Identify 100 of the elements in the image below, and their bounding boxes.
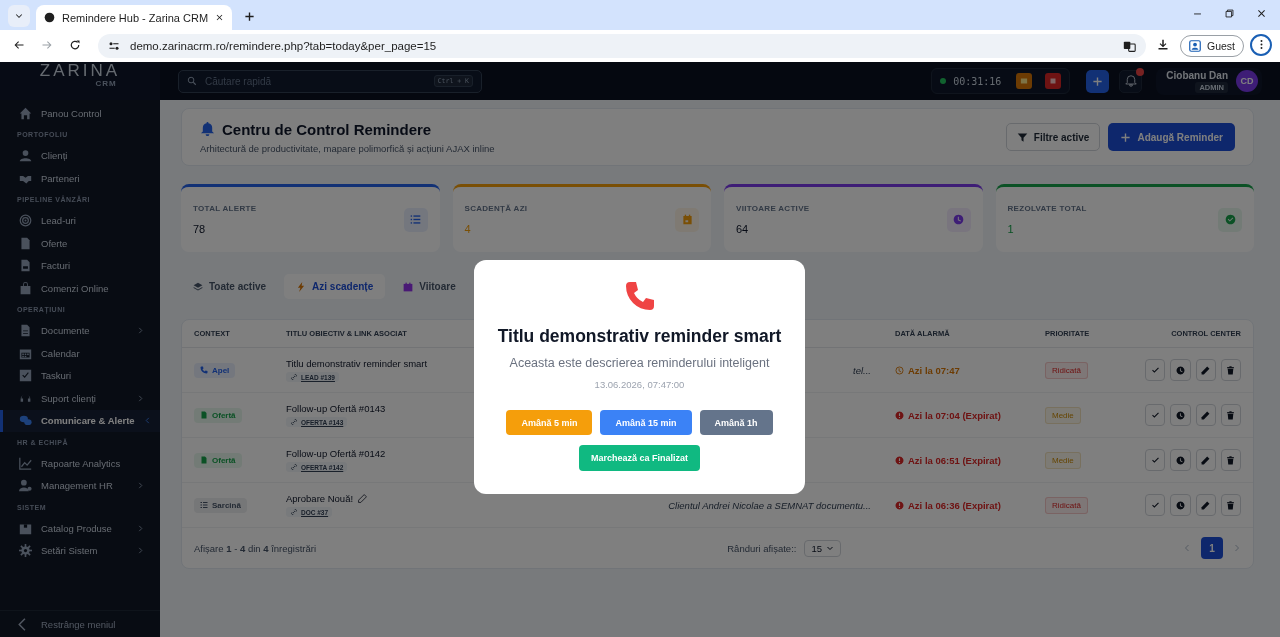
- trash-icon: [1226, 455, 1236, 465]
- clock-button[interactable]: [1170, 494, 1191, 516]
- check-button[interactable]: [1145, 449, 1166, 471]
- close-icon: [215, 13, 225, 22]
- clock-button[interactable]: [1170, 404, 1191, 426]
- trash-icon: [1226, 500, 1236, 510]
- trash-button[interactable]: [1220, 449, 1241, 471]
- clock-icon: [1175, 500, 1185, 510]
- reminder-description: tel...: [853, 364, 871, 376]
- sidebar-item[interactable]: Suport clienți: [0, 387, 160, 410]
- alarm-date: Azi la 06:36 (Expirat): [895, 499, 1001, 511]
- checkbox-icon: [19, 369, 32, 383]
- filter-tab[interactable]: Azi scadențe: [284, 274, 386, 299]
- collapse-menu-button[interactable]: Restrânge meniul: [0, 610, 160, 637]
- plus-icon: [1092, 75, 1104, 87]
- trash-button[interactable]: [1220, 359, 1241, 381]
- sidebar-item[interactable]: Catalog Produse: [0, 517, 160, 540]
- snooze-button[interactable]: Amână 1h: [699, 410, 773, 435]
- stat-value: 1: [1007, 223, 1015, 235]
- document-icon: [19, 236, 32, 250]
- chevron-right-icon: [137, 394, 144, 402]
- chevron-right-icon: [137, 327, 144, 335]
- sidebar-item[interactable]: Comenzi Online: [0, 277, 160, 300]
- pencil-button[interactable]: [1195, 404, 1216, 426]
- reminder-title: Follow-up Ofertă #0143: [286, 403, 386, 414]
- rows-per-page-label: Rânduri afișate::: [727, 542, 797, 554]
- sidebar-item[interactable]: Facturi: [0, 254, 160, 277]
- browser-tab[interactable]: Remindere Hub - Zarina CRM: [36, 5, 233, 30]
- status-dot: [940, 78, 947, 84]
- pencil-icon: [1201, 455, 1211, 465]
- trash-button[interactable]: [1220, 494, 1241, 516]
- dialog-description: Aceasta este descrierea reminderului inteligent: [509, 356, 770, 370]
- address-bar[interactable]: demo.zarinacrm.ro/remindere.php?tab=today&per_page=15: [98, 34, 1146, 58]
- page-title: Centru de Control Remindere: [222, 120, 432, 138]
- calendar-icon: [681, 214, 693, 225]
- sidebar-item[interactable]: Rapoarte Analytics: [0, 452, 160, 475]
- clock-icon: [1175, 365, 1185, 375]
- bell-icon: [1124, 75, 1137, 87]
- pencil-button[interactable]: [1195, 449, 1216, 471]
- sidebar-item[interactable]: Taskuri: [0, 364, 160, 387]
- chevron-right-icon: [137, 482, 144, 490]
- sidebar-item[interactable]: Comunicare & Alerte: [0, 409, 160, 432]
- layers-icon: [193, 281, 203, 292]
- plus-icon: [243, 10, 255, 22]
- filter-tab[interactable]: Toate active: [181, 274, 279, 299]
- close-icon: [1255, 8, 1267, 19]
- pagination-info: Afișare 1 - 4 din 4 înregistrări: [194, 542, 318, 554]
- add-button[interactable]: [1086, 69, 1110, 93]
- rows-per-page-select[interactable]: 15: [804, 539, 841, 557]
- sidebar-item[interactable]: Lead-uri: [0, 209, 160, 232]
- reminder-description: Clientul Andrei Nicolae a SEMNAT documentu...: [668, 499, 871, 511]
- stat-label: TOTAL ALERTE: [193, 204, 258, 213]
- sidebar-item[interactable]: Oferte: [0, 232, 160, 255]
- snooze-button[interactable]: Amână 5 min: [506, 410, 593, 435]
- profile-button[interactable]: Guest: [1180, 35, 1244, 57]
- arrow-left-icon: [13, 38, 25, 51]
- link-icon: [290, 373, 298, 381]
- snooze-button[interactable]: Amână 15 min: [600, 410, 692, 435]
- timer-text: 00:31:16: [953, 75, 1002, 87]
- filter-tab[interactable]: Viitoare: [391, 274, 468, 299]
- check-button[interactable]: [1145, 494, 1166, 516]
- filter-icon: [1016, 131, 1028, 143]
- calendar-icon: [19, 346, 32, 360]
- mark-done-button[interactable]: Marchează ca Finalizat: [578, 445, 700, 471]
- stop-button[interactable]: [1045, 73, 1062, 89]
- home-icon: [19, 106, 32, 120]
- sidebar-item[interactable]: Parteneri: [0, 167, 160, 190]
- check-icon: [1150, 410, 1160, 420]
- check-button[interactable]: [1145, 404, 1166, 426]
- user-icon: [19, 149, 32, 163]
- add-reminder-button[interactable]: Adaugă Reminder: [1108, 123, 1235, 151]
- search-icon: [187, 76, 197, 86]
- stat-value: 4: [464, 223, 472, 235]
- check-icon: [1150, 500, 1160, 510]
- trash-button[interactable]: [1220, 404, 1241, 426]
- clock-button[interactable]: [1170, 359, 1191, 381]
- line-chart-icon: [19, 456, 32, 470]
- page-subtitle: Arhitectură de productivitate, mapare polimorfică și acțiuni AJAX inline: [200, 142, 496, 154]
- pencil-button[interactable]: [1195, 359, 1216, 381]
- link-icon: [290, 508, 298, 516]
- menu-button[interactable]: [1250, 33, 1272, 56]
- pencil-icon: [1201, 365, 1211, 375]
- filter-button[interactable]: Filtre active: [1005, 123, 1101, 151]
- sidebar-item[interactable]: Calendar: [0, 342, 160, 365]
- check-icon: [1150, 455, 1160, 465]
- check-button[interactable]: [1145, 359, 1166, 381]
- sidebar-item[interactable]: Panou Control: [0, 102, 160, 125]
- clock-icon: [953, 214, 964, 225]
- sidebar-item[interactable]: Setări Sistem: [0, 539, 160, 562]
- caret-icon: [826, 544, 834, 552]
- target-icon: [19, 214, 32, 228]
- page-button[interactable]: 1: [1201, 537, 1223, 559]
- pause-button[interactable]: [1016, 73, 1033, 89]
- clock-button[interactable]: [1170, 449, 1191, 471]
- bell-icon: [200, 121, 215, 137]
- sidebar-item[interactable]: Clienți: [0, 144, 160, 167]
- sidebar-item[interactable]: Management HR: [0, 474, 160, 497]
- sidebar-item[interactable]: Documente: [0, 319, 160, 342]
- link-icon: [290, 463, 298, 471]
- pencil-button[interactable]: [1195, 494, 1216, 516]
